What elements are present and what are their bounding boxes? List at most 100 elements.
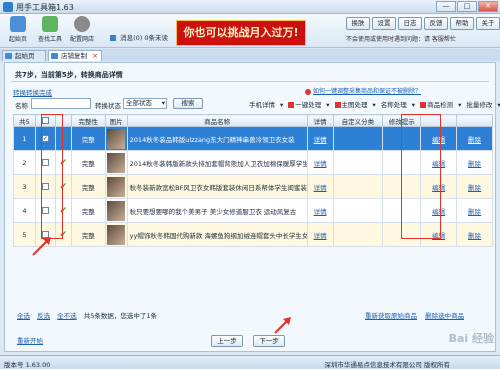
detail-link[interactable]: 详情 (314, 208, 327, 216)
minimize-button[interactable]: — (436, 1, 456, 12)
skin-button[interactable]: 换肤 (346, 17, 370, 30)
row-category (332, 174, 384, 199)
tab-shop-copy-label: 店铺复制 (61, 52, 87, 60)
home-label: 起始页 (8, 36, 27, 43)
settings-button[interactable]: 设置 (372, 17, 396, 30)
row-number: 4 (13, 198, 36, 223)
delete-link[interactable]: 删除 (468, 136, 481, 144)
header-detail: 详情 (306, 114, 334, 127)
detail-link[interactable]: 详情 (314, 160, 327, 168)
menu-one-click-label: 一键处理 (295, 101, 322, 109)
detail-link[interactable]: 详情 (314, 136, 327, 144)
row-delete-link[interactable]: 删除 (456, 150, 493, 175)
detail-link[interactable]: 详情 (314, 232, 327, 240)
row-detail-link[interactable]: 详情 (306, 150, 334, 175)
log-button[interactable]: 日志 (398, 17, 422, 30)
title-bar: 用手工具箱1.63 — □ ✕ (0, 0, 500, 14)
tab-home[interactable]: 起始页 (2, 50, 46, 61)
delete-link[interactable]: 删除 (468, 184, 481, 192)
menu-check-label: 商品检测 (427, 101, 454, 109)
feedback-button[interactable]: 反馈 (424, 17, 448, 30)
row-name: 2014秋冬装韩版新款头排加套帽背熊加人卫衣加棉保暖厚学生女装 (126, 150, 308, 175)
delete-link[interactable]: 删除 (468, 232, 481, 240)
question-icon (305, 88, 311, 95)
home-tool[interactable]: 起始页 (4, 16, 32, 43)
menu-name-label: 名称处理 (380, 101, 407, 109)
name-label: 名称 (15, 102, 28, 110)
product-thumbnail (107, 224, 126, 245)
annotation-arrow-icon (32, 237, 51, 256)
row-category (332, 150, 384, 175)
main-toolbar: 起始页 查找工具 配置网店 消息(0) 0条未读 你也可以挑战月入过万! 换肤 … (0, 14, 500, 48)
watermark: Bai 经验 (448, 332, 494, 345)
search-tool-icon (42, 16, 58, 32)
product-thumbnail (107, 128, 126, 149)
bottom-actions: 重新获取原始商品 删除选中商品 (365, 310, 470, 320)
row-delete-link[interactable]: 删除 (456, 222, 493, 247)
refresh-original-link[interactable]: 重新获取原始商品 (365, 312, 417, 320)
close-tab-icon[interactable]: × (92, 51, 98, 61)
row-thumbnail (104, 198, 128, 223)
delete-link[interactable]: 删除 (468, 208, 481, 216)
close-button[interactable]: ✕ (478, 1, 498, 12)
prev-step-button[interactable]: 上一步 (211, 335, 243, 347)
row-name: 2014秋冬装品韩版ulzzang东大门精神串兽冷领卫衣女装 (126, 126, 308, 151)
next-step-button[interactable]: 下一步 (253, 335, 285, 347)
menu-one-click[interactable]: 一键处理 ▾ (288, 99, 330, 109)
row-delete-link[interactable]: 删除 (456, 174, 493, 199)
menu-batch[interactable]: 批量修改 ▾ (466, 99, 500, 109)
annotation-arrow-icon (274, 317, 291, 334)
restart-link[interactable]: 重新开始 (17, 335, 43, 345)
shop-tab-icon (51, 53, 58, 59)
select-all-link[interactable]: 全选 (17, 312, 30, 320)
help-link-text: 如何一键调整采集商品和保证不被删除？ (313, 88, 422, 95)
promo-banner[interactable]: 你也可以挑战月入过万! (176, 20, 306, 46)
row-detail-link[interactable]: 详情 (306, 126, 334, 151)
menu-mobile-detail[interactable]: 手机详情 ▾ (249, 99, 283, 109)
row-number: 2 (13, 150, 36, 175)
check-icon (420, 102, 427, 108)
row-status: 完整 (70, 198, 106, 223)
row-name: 秋冬装新款宽松BF风卫衣女韩版套装休闲日系帮体学生闺蜜装 (126, 174, 308, 199)
row-thumbnail (104, 174, 128, 199)
message-box[interactable]: 消息(0) 0条未读 (110, 32, 168, 42)
row-detail-link[interactable]: 详情 (306, 174, 334, 199)
home-tab-icon (5, 53, 12, 59)
help-link[interactable]: 如何一键调整采集商品和保证不被删除？ (305, 86, 421, 95)
image-icon (334, 102, 341, 108)
search-button[interactable]: 搜索 (173, 98, 203, 109)
tab-home-label: 起始页 (15, 52, 35, 60)
selection-links: 全选 反选 全不选 共5条数据，您选中了1条 (17, 310, 157, 320)
about-button[interactable]: 关于 (476, 17, 500, 30)
detail-link[interactable]: 详情 (314, 184, 327, 192)
maximize-button[interactable]: □ (457, 1, 477, 12)
chevron-down-icon: ▾ (161, 99, 165, 107)
company-text: 深圳市华通易点信息技术有限公司 版权所有 (324, 361, 450, 369)
search-tool-label: 查找工具 (37, 36, 62, 43)
invert-selection-link[interactable]: 反选 (37, 312, 50, 320)
help-button[interactable]: 帮助 (450, 17, 474, 30)
row-detail-link[interactable]: 详情 (306, 198, 334, 223)
name-input[interactable] (31, 98, 91, 109)
convert-finish-link[interactable]: 转换转换完成 (13, 87, 52, 97)
menu-main-image[interactable]: 主图处理 ▾ (334, 99, 376, 109)
row-thumbnail (104, 222, 128, 247)
config-tool[interactable]: 配置网店 (68, 16, 96, 43)
status-select[interactable]: 全部状态 ▾ (123, 98, 167, 109)
row-status: 完整 (70, 222, 106, 247)
message-count: 消息(0) (120, 34, 143, 42)
tab-shop-copy[interactable]: 店铺复制 × (48, 50, 102, 61)
row-delete-link[interactable]: 删除 (456, 198, 493, 223)
selection-summary: 共5条数据，您选中了1条 (83, 312, 158, 320)
row-number: 3 (13, 174, 36, 199)
remove-selected-link[interactable]: 删除选中商品 (425, 312, 464, 320)
row-delete-link[interactable]: 删除 (456, 126, 493, 151)
row-detail-link[interactable]: 详情 (306, 222, 334, 247)
menu-name[interactable]: 名称处理 ▾ (381, 99, 415, 109)
menu-check[interactable]: 商品检测 ▾ (420, 99, 461, 109)
row-status: 完整 (70, 126, 106, 151)
select-none-link[interactable]: 全不选 (57, 312, 77, 320)
delete-link[interactable]: 删除 (468, 160, 481, 168)
header-name: 商品名称 (126, 114, 308, 127)
search-tool[interactable]: 查找工具 (36, 16, 64, 43)
